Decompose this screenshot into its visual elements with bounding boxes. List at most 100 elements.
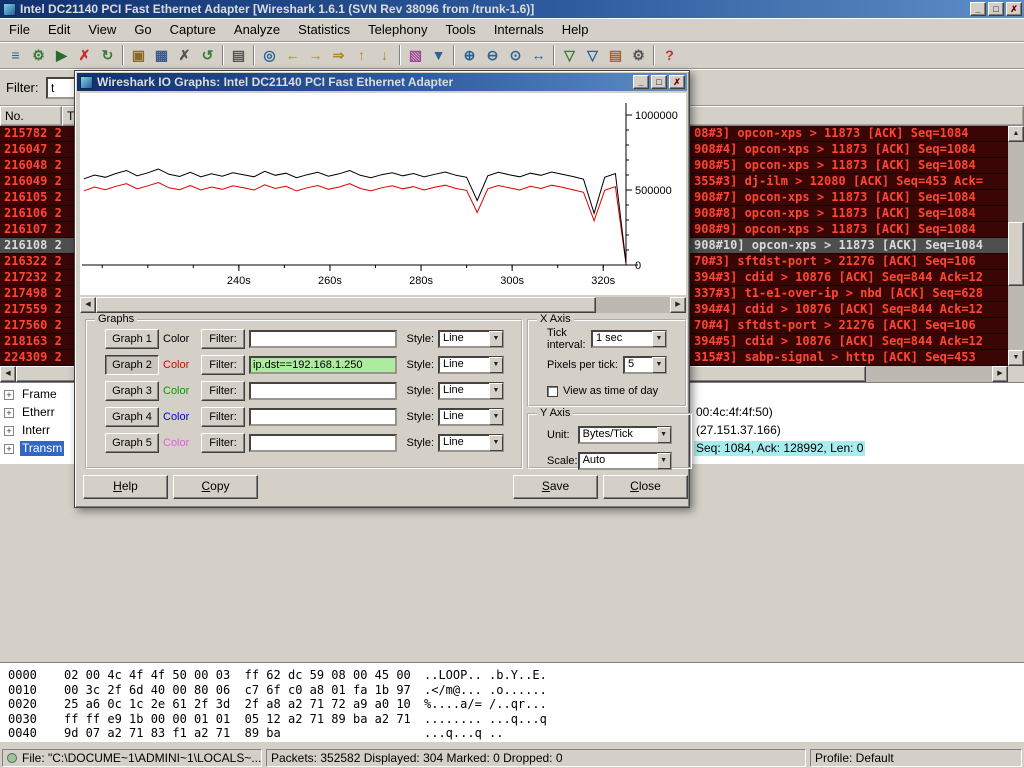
graph-3-button[interactable]: Graph 3: [105, 380, 159, 401]
scroll-up-icon[interactable]: ▲: [1008, 126, 1024, 142]
go-back-icon[interactable]: ←: [281, 44, 304, 67]
graph-filter-input[interactable]: [249, 407, 397, 426]
column-header-no[interactable]: No.: [0, 106, 62, 126]
dialog-titlebar[interactable]: Wireshark IO Graphs: Intel DC21140 PCI F…: [77, 73, 687, 91]
zoom-out-icon[interactable]: ⊖: [481, 44, 504, 67]
menu-analyze[interactable]: Analyze: [225, 19, 289, 40]
print-icon[interactable]: ▤: [227, 44, 250, 67]
close-button[interactable]: ✗: [1006, 2, 1022, 16]
dropdown-icon[interactable]: ▼: [652, 331, 666, 347]
close-capture-icon[interactable]: ✗: [173, 44, 196, 67]
graph-scroll-left-icon[interactable]: ◀: [80, 297, 96, 313]
expander-icon[interactable]: +: [4, 444, 14, 454]
display-filters-icon[interactable]: ▽: [581, 44, 604, 67]
graph-hscroll-thumb[interactable]: [96, 297, 596, 313]
dialog-maximize-button[interactable]: □: [651, 75, 667, 89]
resize-columns-icon[interactable]: ↔: [527, 44, 550, 67]
tick-interval-select[interactable]: 1 sec ▼: [591, 330, 667, 348]
capture-filters-icon[interactable]: ▽: [558, 44, 581, 67]
menu-internals[interactable]: Internals: [485, 19, 553, 40]
graph-filter-button[interactable]: Filter:: [201, 406, 245, 427]
reload-capture-icon[interactable]: ↺: [196, 44, 219, 67]
graph-scroll-right-icon[interactable]: ▶: [670, 297, 686, 313]
dropdown-icon[interactable]: ▼: [489, 330, 503, 347]
menu-go[interactable]: Go: [125, 19, 160, 40]
view-time-of-day-checkbox[interactable]: [547, 385, 558, 397]
graph-style-select[interactable]: Line ▼: [438, 355, 504, 374]
scroll-left-icon[interactable]: ◀: [0, 366, 16, 382]
graph-filter-button[interactable]: Filter:: [201, 354, 245, 375]
graph-filter-input[interactable]: [249, 381, 397, 400]
help-button[interactable]: Help: [83, 475, 168, 499]
scale-select[interactable]: Auto ▼: [577, 452, 672, 470]
capture-start-icon[interactable]: ▶: [50, 44, 73, 67]
coloring-rules-icon[interactable]: ▤: [604, 44, 627, 67]
save-capture-icon[interactable]: ▦: [150, 44, 173, 67]
graph-filter-button[interactable]: Filter:: [201, 432, 245, 453]
pixels-per-tick-select[interactable]: 5 ▼: [623, 356, 667, 374]
zoom-normal-icon[interactable]: ⊙: [504, 44, 527, 67]
graph-1-button[interactable]: Graph 1: [105, 328, 159, 349]
graph-2-button[interactable]: Graph 2: [105, 354, 159, 375]
menu-statistics[interactable]: Statistics: [289, 19, 359, 40]
hex-line[interactable]: 0000 02 00 4c 4f 4f 50 00 03 ff 62 dc 59 …: [0, 668, 1024, 683]
go-last-icon[interactable]: ↓: [373, 44, 396, 67]
expander-icon[interactable]: +: [4, 426, 14, 436]
dropdown-icon[interactable]: ▼: [656, 453, 671, 469]
maximize-button[interactable]: □: [988, 2, 1004, 16]
graph-style-select[interactable]: Line ▼: [438, 407, 504, 426]
menu-capture[interactable]: Capture: [161, 19, 225, 40]
menu-file[interactable]: File: [0, 19, 39, 40]
window-titlebar[interactable]: Intel DC21140 PCI Fast Ethernet Adapter …: [0, 0, 1024, 18]
zoom-in-icon[interactable]: ⊕: [458, 44, 481, 67]
find-packet-icon[interactable]: ◎: [258, 44, 281, 67]
unit-select[interactable]: Bytes/Tick ▼: [577, 426, 672, 444]
expert-info-icon[interactable]: [7, 753, 17, 763]
dropdown-icon[interactable]: ▼: [489, 408, 503, 425]
hex-line[interactable]: 0010 00 3c 2f 6d 40 00 80 06 c7 6f c0 a8 …: [0, 683, 1024, 698]
graph-hscrollbar[interactable]: ◀ ▶: [80, 297, 686, 313]
capture-options-icon[interactable]: ⚙: [27, 44, 50, 67]
menu-tools[interactable]: Tools: [436, 19, 484, 40]
graph-style-select[interactable]: Line ▼: [438, 381, 504, 400]
graph-filter-button[interactable]: Filter:: [201, 380, 245, 401]
go-forward-icon[interactable]: →: [304, 44, 327, 67]
dialog-close-button[interactable]: ✗: [669, 75, 685, 89]
dropdown-icon[interactable]: ▼: [489, 356, 503, 373]
graph-style-select[interactable]: Line ▼: [438, 329, 504, 348]
hex-bytes-pane[interactable]: 0000 02 00 4c 4f 4f 50 00 03 ff 62 dc 59 …: [0, 662, 1024, 742]
hex-line[interactable]: 0030 ff ff e9 1b 00 00 01 01 05 12 a2 71 …: [0, 712, 1024, 727]
preferences-icon[interactable]: ⚙: [627, 44, 650, 67]
autoscroll-icon[interactable]: ▼: [427, 44, 450, 67]
go-first-icon[interactable]: ↑: [350, 44, 373, 67]
packet-list-vscrollbar[interactable]: ▲ ▼: [1008, 126, 1024, 366]
menu-edit[interactable]: Edit: [39, 19, 79, 40]
graph-style-select[interactable]: Line ▼: [438, 433, 504, 452]
vscroll-thumb[interactable]: [1008, 222, 1024, 286]
capture-stop-icon[interactable]: ✗: [73, 44, 96, 67]
copy-button[interactable]: Copy: [173, 475, 258, 499]
minimize-button[interactable]: _: [970, 2, 986, 16]
scroll-down-icon[interactable]: ▼: [1008, 350, 1024, 366]
hex-line[interactable]: 0020 25 a6 0c 1c 2e 61 2f 3d 2f a8 a2 71 …: [0, 697, 1024, 712]
dialog-close-action-button[interactable]: Close: [603, 475, 688, 499]
save-button[interactable]: Save: [513, 475, 598, 499]
menu-view[interactable]: View: [79, 19, 125, 40]
hex-line[interactable]: 0040 9d 07 a2 71 83 f1 a2 71 89 ba ...q...…: [0, 726, 1024, 741]
graph-filter-input[interactable]: [249, 329, 397, 348]
expander-icon[interactable]: +: [4, 408, 14, 418]
list-interfaces-icon[interactable]: ≡: [4, 44, 27, 67]
capture-restart-icon[interactable]: ↻: [96, 44, 119, 67]
graph-filter-input[interactable]: [249, 433, 397, 452]
graph-5-button[interactable]: Graph 5: [105, 432, 159, 453]
help-icon[interactable]: ?: [658, 44, 681, 67]
open-capture-icon[interactable]: ▣: [127, 44, 150, 67]
colorize-icon[interactable]: ▧: [404, 44, 427, 67]
dialog-minimize-button[interactable]: _: [633, 75, 649, 89]
graph-4-button[interactable]: Graph 4: [105, 406, 159, 427]
menu-help[interactable]: Help: [553, 19, 598, 40]
menu-telephony[interactable]: Telephony: [359, 19, 436, 40]
graph-filter-input[interactable]: ip.dst==192.168.1.250: [249, 355, 397, 374]
dropdown-icon[interactable]: ▼: [489, 382, 503, 399]
graph-filter-button[interactable]: Filter:: [201, 328, 245, 349]
